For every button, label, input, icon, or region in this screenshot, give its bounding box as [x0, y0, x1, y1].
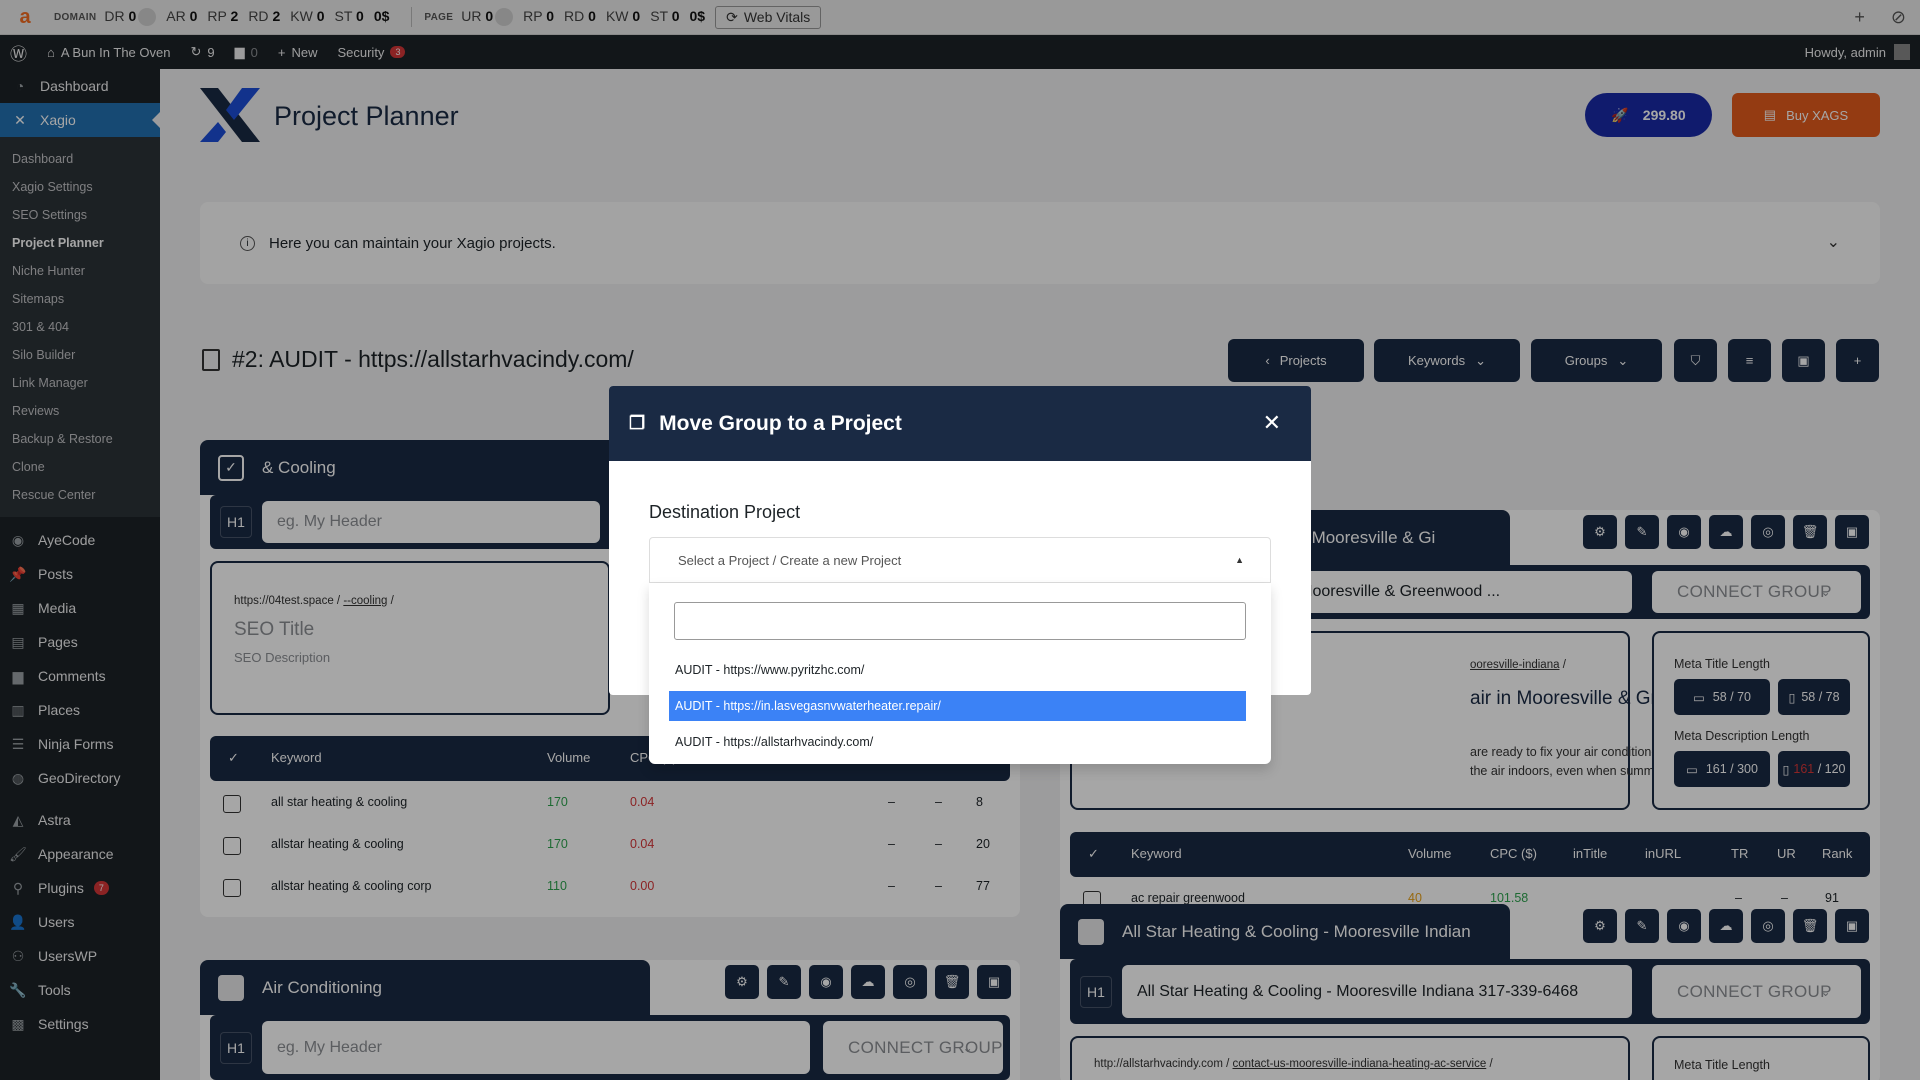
caret-up-icon: ▲	[1235, 555, 1244, 565]
project-option[interactable]: AUDIT - https://in.lasvegasnvwaterheater…	[669, 691, 1246, 721]
destination-project-select[interactable]: Select a Project / Create a new Project …	[649, 537, 1271, 583]
select-placeholder: Select a Project / Create a new Project	[678, 552, 902, 568]
modal-title: Move Group to a Project	[659, 411, 902, 435]
project-dropdown: AUDIT - https://www.pyritzhc.com/AUDIT -…	[649, 583, 1271, 764]
modal-header: ❐ Move Group to a Project	[609, 386, 1311, 461]
project-option[interactable]: AUDIT - https://www.pyritzhc.com/	[669, 655, 1246, 685]
destination-project-label: Destination Project	[649, 502, 801, 522]
project-option[interactable]: AUDIT - https://allstarhvacindy.com/	[669, 727, 1246, 757]
close-icon[interactable]: ✕	[1263, 410, 1281, 436]
project-search-input[interactable]	[674, 602, 1246, 640]
copy-icon: ❐	[629, 413, 646, 433]
